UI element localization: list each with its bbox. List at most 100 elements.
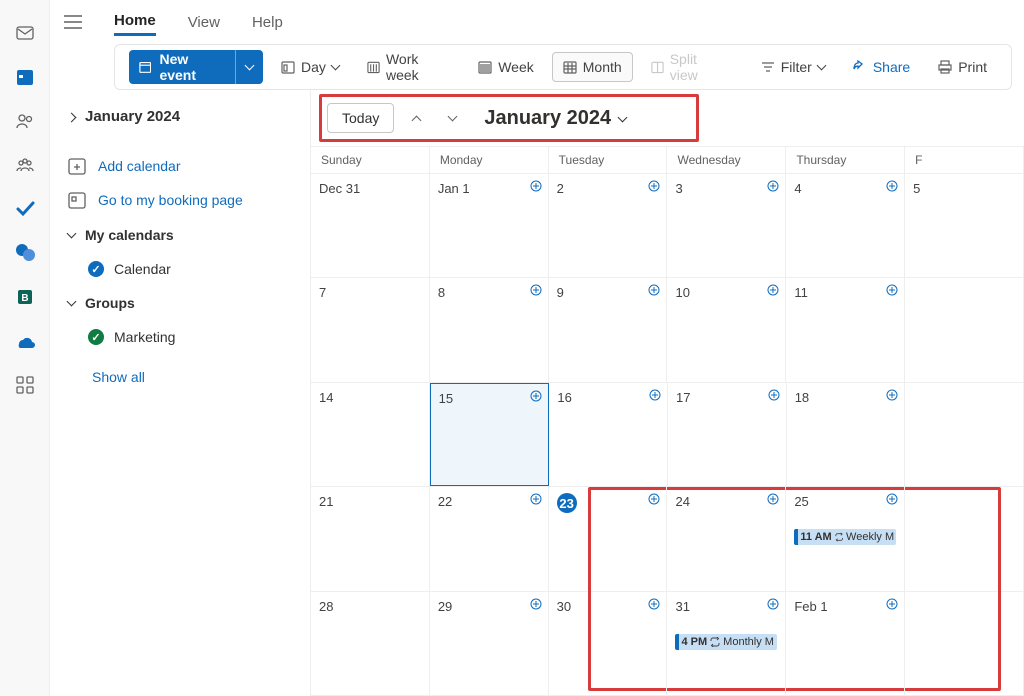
add-event-icon[interactable] <box>886 598 898 610</box>
print-button[interactable]: Print <box>928 53 997 81</box>
day-cell[interactable]: Feb 1 <box>786 592 905 695</box>
groups-icon[interactable] <box>14 154 36 176</box>
add-event-icon[interactable] <box>648 180 660 192</box>
day-cell[interactable]: 14 <box>311 383 430 486</box>
chevron-down-icon <box>68 295 75 311</box>
day-cell[interactable]: 4 <box>786 174 905 277</box>
day-number: 7 <box>319 285 326 300</box>
calendar-icon[interactable] <box>14 66 36 88</box>
todo-icon[interactable] <box>14 198 36 220</box>
tab-help[interactable]: Help <box>252 10 283 35</box>
day-cell[interactable]: 28 <box>311 592 430 695</box>
add-event-icon[interactable] <box>886 180 898 192</box>
day-cell[interactable]: 3 <box>667 174 786 277</box>
week-button[interactable]: Week <box>468 53 544 81</box>
add-calendar-link[interactable]: Add calendar <box>64 149 296 183</box>
add-event-icon[interactable] <box>648 493 660 505</box>
day-cell[interactable]: 30 <box>549 592 668 695</box>
add-event-icon[interactable] <box>886 389 898 401</box>
day-cell[interactable] <box>905 592 1024 695</box>
today-button[interactable]: Today <box>327 103 394 133</box>
day-number: 18 <box>795 390 809 405</box>
month-title[interactable]: January 2024 <box>484 107 626 130</box>
day-cell[interactable]: 16 <box>549 383 668 486</box>
day-cell[interactable]: 5 <box>905 174 1024 277</box>
tab-home[interactable]: Home <box>114 8 156 36</box>
add-event-icon[interactable] <box>768 389 780 401</box>
day-cell[interactable]: 29 <box>430 592 549 695</box>
calendar-item[interactable]: ✓Calendar <box>64 253 296 285</box>
add-event-icon[interactable] <box>767 180 779 192</box>
day-view-button[interactable]: Day <box>271 53 349 81</box>
groups-section[interactable]: Groups <box>64 285 296 321</box>
day-cell[interactable]: 2 <box>549 174 668 277</box>
marketing-calendar-item[interactable]: ✓Marketing <box>64 321 296 353</box>
add-event-icon[interactable] <box>530 180 542 192</box>
week-row: 282930314 PMMonthly MFeb 1 <box>311 592 1024 696</box>
add-event-icon[interactable] <box>767 598 779 610</box>
booking-page-link[interactable]: Go to my booking page <box>64 183 296 217</box>
filter-button[interactable]: Filter <box>751 53 835 81</box>
day-cell[interactable] <box>905 278 1024 381</box>
onedrive-icon[interactable] <box>14 330 36 352</box>
add-event-icon[interactable] <box>649 389 661 401</box>
week-row: 14 15 16 17 18 <box>311 383 1024 487</box>
day-cell[interactable]: 9 <box>549 278 668 381</box>
bookings-icon[interactable]: B <box>14 286 36 308</box>
people-icon[interactable] <box>14 110 36 132</box>
day-cell[interactable] <box>905 487 1024 590</box>
month-button[interactable]: Month <box>552 52 633 82</box>
day-cell[interactable]: 2511 AMWeekly M <box>786 487 905 590</box>
day-cell[interactable]: 17 <box>668 383 787 486</box>
day-number: 16 <box>557 390 571 405</box>
day-cell[interactable]: 15 <box>430 383 550 486</box>
day-cell[interactable]: 10 <box>667 278 786 381</box>
add-event-icon[interactable] <box>767 284 779 296</box>
day-cell[interactable]: 8 <box>430 278 549 381</box>
day-cell[interactable]: 21 <box>311 487 430 590</box>
sidebar-month-picker[interactable]: January 2024 <box>64 108 296 125</box>
prev-month-button[interactable] <box>402 104 430 132</box>
day-number: 15 <box>439 391 453 406</box>
add-event-icon[interactable] <box>648 284 660 296</box>
hamburger-icon[interactable] <box>64 15 82 29</box>
work-week-button[interactable]: Work week <box>357 45 460 89</box>
add-event-icon[interactable] <box>530 598 542 610</box>
add-event-icon[interactable] <box>530 284 542 296</box>
add-event-icon[interactable] <box>648 598 660 610</box>
org-icon[interactable] <box>14 242 36 264</box>
day-number: 2 <box>557 181 564 196</box>
calendar-area: Today January 2024 SundayMondayTuesdayWe… <box>310 90 1024 696</box>
share-button[interactable]: Share <box>843 53 920 81</box>
day-cell[interactable]: 314 PMMonthly M <box>667 592 786 695</box>
add-event-icon[interactable] <box>530 493 542 505</box>
day-headers: SundayMondayTuesdayWednesdayThursdayF <box>311 146 1024 174</box>
day-cell[interactable] <box>905 383 1024 486</box>
day-cell[interactable]: 24 <box>667 487 786 590</box>
day-cell[interactable]: 22 <box>430 487 549 590</box>
day-cell[interactable]: 11 <box>786 278 905 381</box>
day-cell[interactable]: Dec 31 <box>311 174 430 277</box>
my-calendars-group[interactable]: My calendars <box>64 217 296 253</box>
add-event-icon[interactable] <box>530 390 542 402</box>
day-header: Tuesday <box>549 147 668 173</box>
next-month-button[interactable] <box>438 104 466 132</box>
day-number: 5 <box>913 181 920 196</box>
day-cell[interactable]: Jan 1 <box>430 174 549 277</box>
mail-icon[interactable] <box>14 22 36 44</box>
day-cell[interactable]: 18 <box>787 383 906 486</box>
calendar-event[interactable]: 4 PMMonthly M <box>675 634 777 650</box>
calendar-event[interactable]: 11 AMWeekly M <box>794 529 896 545</box>
day-number: 14 <box>319 390 333 405</box>
new-event-dropdown[interactable] <box>235 50 263 84</box>
add-event-icon[interactable] <box>886 493 898 505</box>
day-cell[interactable]: 7 <box>311 278 430 381</box>
apps-icon[interactable] <box>14 374 36 396</box>
add-event-icon[interactable] <box>767 493 779 505</box>
tab-view[interactable]: View <box>188 10 220 35</box>
day-cell[interactable]: 23 <box>549 487 668 590</box>
show-all-link[interactable]: Show all <box>64 353 296 385</box>
split-view-button[interactable]: Split view <box>641 45 735 89</box>
add-event-icon[interactable] <box>886 284 898 296</box>
new-event-button[interactable]: New event <box>129 50 263 84</box>
